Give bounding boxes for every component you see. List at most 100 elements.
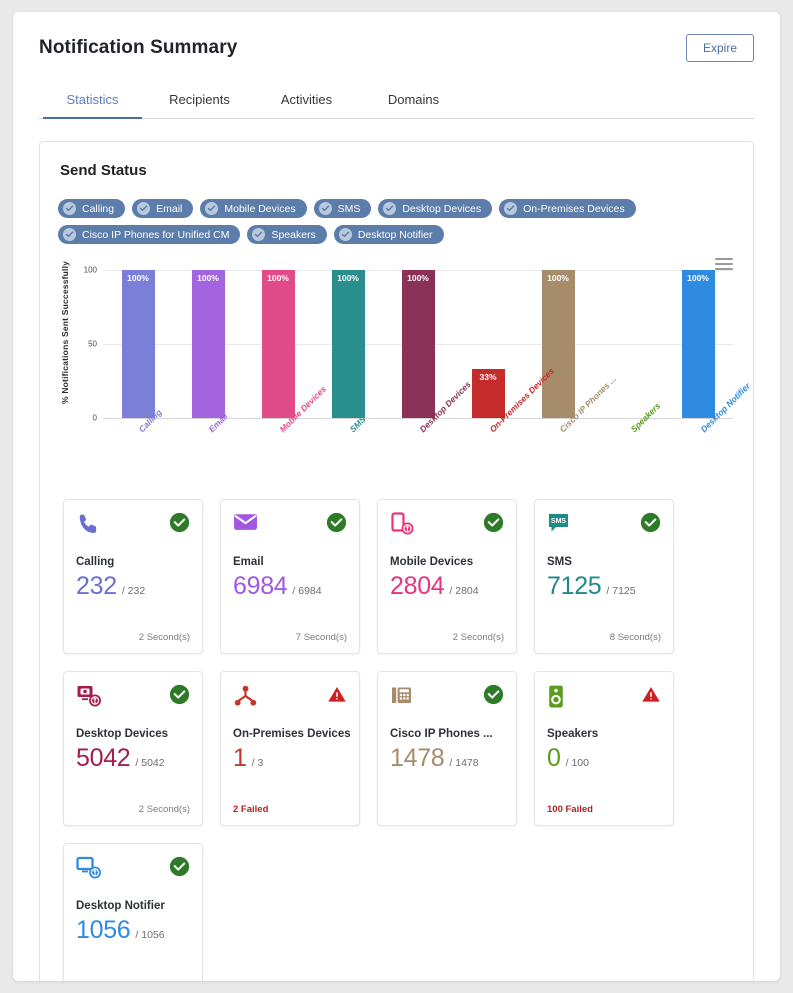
status-card[interactable]: Calling 232 / 232 2 Second(s)	[63, 499, 203, 654]
card-header	[76, 684, 190, 718]
chart-bar[interactable]: 100%	[401, 270, 435, 418]
card-counts: 0 / 100	[547, 744, 661, 773]
legend-chip[interactable]: Calling	[58, 199, 126, 218]
x-tick-slot: Speakers	[595, 401, 665, 479]
bar-value-label: 100%	[267, 273, 289, 283]
legend-chip-label: Email	[156, 202, 183, 215]
card-title: Mobile Devices	[390, 556, 474, 568]
chart-bar[interactable]: 100%	[331, 270, 365, 418]
x-tick-slot: Calling	[103, 407, 173, 479]
card-counts: 5042 / 5042	[76, 744, 190, 773]
page-root: Notification Summary Expire Statistics Re…	[0, 0, 793, 993]
x-tick-slot: SMS	[314, 414, 384, 479]
check-circle-icon	[63, 228, 76, 241]
status-card[interactable]: SMS SMS 7125 / 7125 8 Second(s)	[534, 499, 674, 654]
card-sent-count: 7125	[547, 572, 602, 600]
chart-bar[interactable]: 100%	[261, 270, 295, 418]
check-circle-icon	[252, 228, 266, 241]
tab-bar: Statistics Recipients Activities Domains	[39, 84, 754, 119]
mobile-phone-badge-icon	[390, 512, 420, 540]
card-counts: 6984 / 6984	[233, 572, 347, 601]
legend-chip[interactable]: SMS	[313, 199, 372, 218]
legend-chip[interactable]: Email	[132, 199, 194, 218]
card-duration-text: 2 Second(s)	[452, 632, 504, 643]
card-title: Email	[233, 556, 264, 568]
card-sent-count: 1056	[76, 916, 131, 944]
bar-slot: 100%	[523, 270, 593, 418]
tab-statistics[interactable]: Statistics	[39, 84, 146, 119]
tab-domains[interactable]: Domains	[360, 84, 467, 118]
legend-chip[interactable]: Speakers	[247, 225, 327, 244]
card-header	[547, 684, 661, 718]
status-card[interactable]: Desktop Devices 5042 / 5042 2 Second(s)	[63, 671, 203, 826]
status-card-grid: Calling 232 / 232 2 Second(s) Email 6984…	[58, 499, 735, 981]
chart-bar[interactable]: 100%	[541, 270, 575, 418]
card-header	[390, 512, 504, 546]
legend-chip-label: Speakers	[271, 228, 316, 241]
status-card[interactable]: Desktop Notifier 1056 / 1056	[63, 843, 203, 981]
bar-value-label: 100%	[127, 273, 149, 283]
check-circle-icon	[205, 202, 219, 215]
card-title: Speakers	[547, 728, 599, 740]
bar-slot	[593, 270, 663, 418]
card-duration-text: 8 Second(s)	[609, 632, 661, 643]
x-tick-slot: Cisco IP Phones ...	[524, 374, 619, 479]
chart-bar[interactable]: 100%	[681, 270, 715, 418]
card-title: Calling	[76, 556, 115, 568]
card-title: SMS	[547, 556, 572, 568]
desk-phone-icon	[390, 684, 420, 712]
check-circle-icon	[383, 202, 397, 215]
card-total-count: / 5042	[135, 757, 165, 769]
bar-value-label: 100%	[547, 273, 569, 283]
x-tick-slot: On-Premises Devices	[454, 366, 557, 479]
legend-chip[interactable]: Mobile Devices	[200, 199, 307, 218]
chart-y-axis-label: % Notifications Sent Successfully	[60, 260, 70, 404]
card-sent-count: 232	[76, 572, 117, 600]
bar-value-label: 100%	[407, 273, 429, 283]
monitor-badge-icon	[76, 856, 106, 884]
legend-chip-label: Cisco IP Phones for Unified CM	[82, 228, 230, 241]
warning-triangle-icon	[326, 684, 347, 705]
card-header	[390, 684, 504, 718]
tab-activities[interactable]: Activities	[253, 84, 360, 118]
card-title: Cisco IP Phones ...	[390, 728, 493, 740]
success-check-icon	[169, 512, 190, 533]
x-tick-slot: Desktop Devices	[384, 379, 473, 479]
card-title: Desktop Notifier	[76, 900, 165, 912]
success-check-icon	[483, 512, 504, 533]
y-tick-label: 50	[88, 339, 97, 349]
bar-slot: 100%	[313, 270, 383, 418]
card-header	[233, 512, 347, 546]
chart-x-ticks: Calling Email Mobile Devices SMS Desktop…	[103, 366, 752, 479]
chart-bar[interactable]: 100%	[121, 270, 155, 418]
chart-legend: Calling Email Mobile Devices SMS Desktop…	[58, 199, 735, 244]
legend-chip-label: Desktop Notifier	[357, 228, 433, 241]
sms-bubble-icon: SMS	[547, 512, 577, 540]
card-header	[233, 684, 347, 718]
chart-bar[interactable]: 33%	[471, 369, 505, 418]
status-card[interactable]: On-Premises Devices 1 / 3 2 Failed	[220, 671, 360, 826]
success-check-icon	[169, 684, 190, 705]
legend-chip[interactable]: Desktop Devices	[378, 199, 493, 218]
legend-chip-label: On-Premises Devices	[523, 202, 625, 215]
legend-chip[interactable]: Desktop Notifier	[333, 225, 444, 244]
status-card[interactable]: Cisco IP Phones ... 1478 / 1478	[377, 671, 517, 826]
network-nodes-icon	[233, 684, 263, 712]
status-card[interactable]: Email 6984 / 6984 7 Second(s)	[220, 499, 360, 654]
card-total-count: / 1478	[449, 757, 479, 769]
card-counts: 1 / 3	[233, 744, 347, 773]
chart-bar[interactable]: 100%	[191, 270, 225, 418]
expire-button[interactable]: Expire	[685, 34, 754, 62]
tab-recipients[interactable]: Recipients	[146, 84, 253, 118]
bar-value-label: 100%	[337, 273, 359, 283]
status-card[interactable]: Speakers 0 / 100 100 Failed	[534, 671, 674, 826]
bar-slot: 100%	[173, 270, 243, 418]
x-tick-slot: Mobile Devices	[243, 384, 328, 479]
legend-chip[interactable]: Cisco IP Phones for Unified CM	[58, 225, 241, 244]
card-counts: 1056 / 1056	[76, 916, 190, 945]
legend-chip[interactable]: On-Premises Devices	[499, 199, 636, 218]
status-card[interactable]: Mobile Devices 2804 / 2804 2 Second(s)	[377, 499, 517, 654]
card-failed-text: 2 Failed	[233, 804, 269, 815]
success-check-icon	[169, 856, 190, 877]
card-total-count: / 2804	[449, 585, 479, 597]
